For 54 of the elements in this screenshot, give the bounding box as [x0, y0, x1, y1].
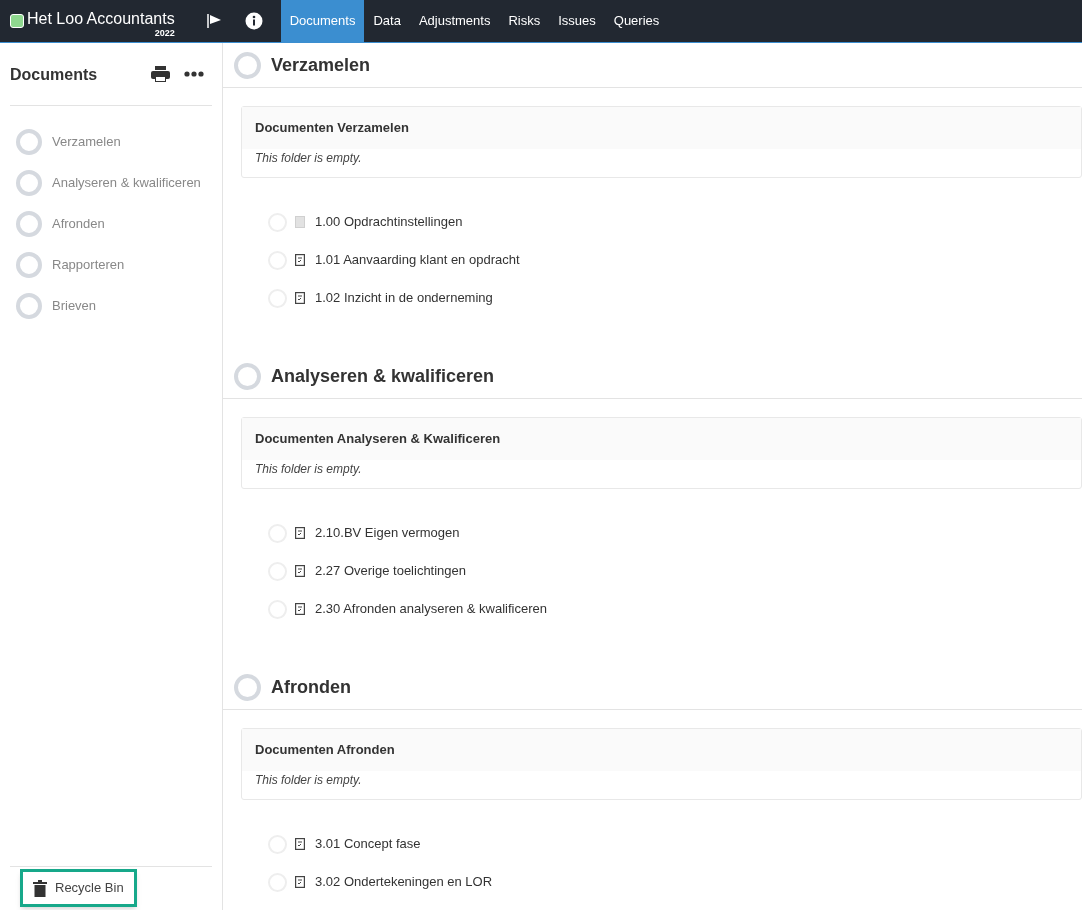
nav-tab[interactable]: Issues	[549, 0, 605, 42]
progress-ring-icon	[16, 169, 42, 196]
document-link[interactable]: 1.02 Inzicht in de onderneming	[315, 288, 493, 308]
sidebar-link[interactable]: Verzamelen	[52, 131, 121, 152]
empty-folder-message: This folder is empty.	[254, 461, 363, 478]
document-link[interactable]: 2.30 Afronden analyseren & kwalificeren	[315, 599, 547, 619]
progress-ring-icon	[16, 128, 42, 155]
checklist-icon	[295, 876, 305, 888]
folder-title: Documenten Afronden	[242, 729, 1081, 771]
logo-icon	[10, 14, 24, 28]
sidebar-link[interactable]: Afronden	[52, 213, 105, 234]
empty-folder-message: This folder is empty.	[254, 150, 363, 167]
document-link[interactable]: 3.01 Concept fase	[315, 834, 421, 854]
progress-ring-icon	[16, 292, 42, 319]
nav-tab[interactable]: Documents	[280, 0, 365, 42]
nav-tab[interactable]: Data	[364, 0, 410, 42]
year-label: 2022	[154, 28, 175, 38]
document-link[interactable]: 1.01 Aanvaarding klant en opdracht	[315, 250, 520, 270]
sidebar-link[interactable]: Analyseren & kwalificeren	[52, 172, 201, 193]
sidebar-link[interactable]: Rapporteren	[52, 254, 125, 275]
progress-ring-icon	[16, 210, 42, 237]
flag-icon[interactable]	[205, 13, 222, 29]
document-link[interactable]: 3.02 Ondertekeningen en LOR	[315, 872, 493, 892]
folder-title: Documenten Verzamelen	[242, 107, 1081, 149]
more-icon[interactable]	[184, 71, 204, 77]
document-link[interactable]: 2.10.BV Eigen vermogen	[315, 523, 460, 543]
checklist-icon	[295, 527, 305, 539]
sidebar-title: Documents	[10, 65, 99, 85]
document-link[interactable]: 1.00 Opdrachtinstellingen	[315, 212, 463, 232]
document-link[interactable]: 2.27 Overige toelichtingen	[315, 561, 467, 581]
nav-tab[interactable]: Risks	[499, 0, 550, 42]
section-title: Analyseren & kwalificeren	[271, 364, 495, 388]
folder-title: Documenten Analyseren & Kwalificeren	[242, 418, 1081, 460]
checklist-icon	[295, 292, 305, 304]
progress-ring-icon	[234, 362, 261, 390]
trash-icon	[33, 879, 47, 897]
print-icon[interactable]	[151, 66, 170, 82]
recycle-bin-button[interactable]: Recycle Bin	[20, 869, 137, 907]
sidebar-link[interactable]: Brieven	[52, 295, 97, 316]
checklist-icon	[295, 838, 305, 850]
checklist-icon	[295, 565, 305, 577]
progress-ring-icon	[234, 51, 261, 79]
nav-tab[interactable]: Adjustments	[409, 0, 500, 42]
company-name: Het Loo Accountants	[27, 10, 175, 27]
empty-folder-message: This folder is empty.	[254, 772, 363, 789]
progress-ring-icon	[234, 673, 261, 701]
info-icon[interactable]	[244, 12, 263, 30]
section-title: Verzamelen	[271, 53, 371, 77]
checklist-icon	[295, 603, 305, 615]
section-title: Afronden	[271, 675, 351, 699]
checklist-icon	[295, 254, 305, 266]
nav-tab[interactable]: Queries	[604, 0, 669, 42]
progress-ring-icon	[16, 251, 42, 278]
document-icon	[295, 216, 305, 228]
